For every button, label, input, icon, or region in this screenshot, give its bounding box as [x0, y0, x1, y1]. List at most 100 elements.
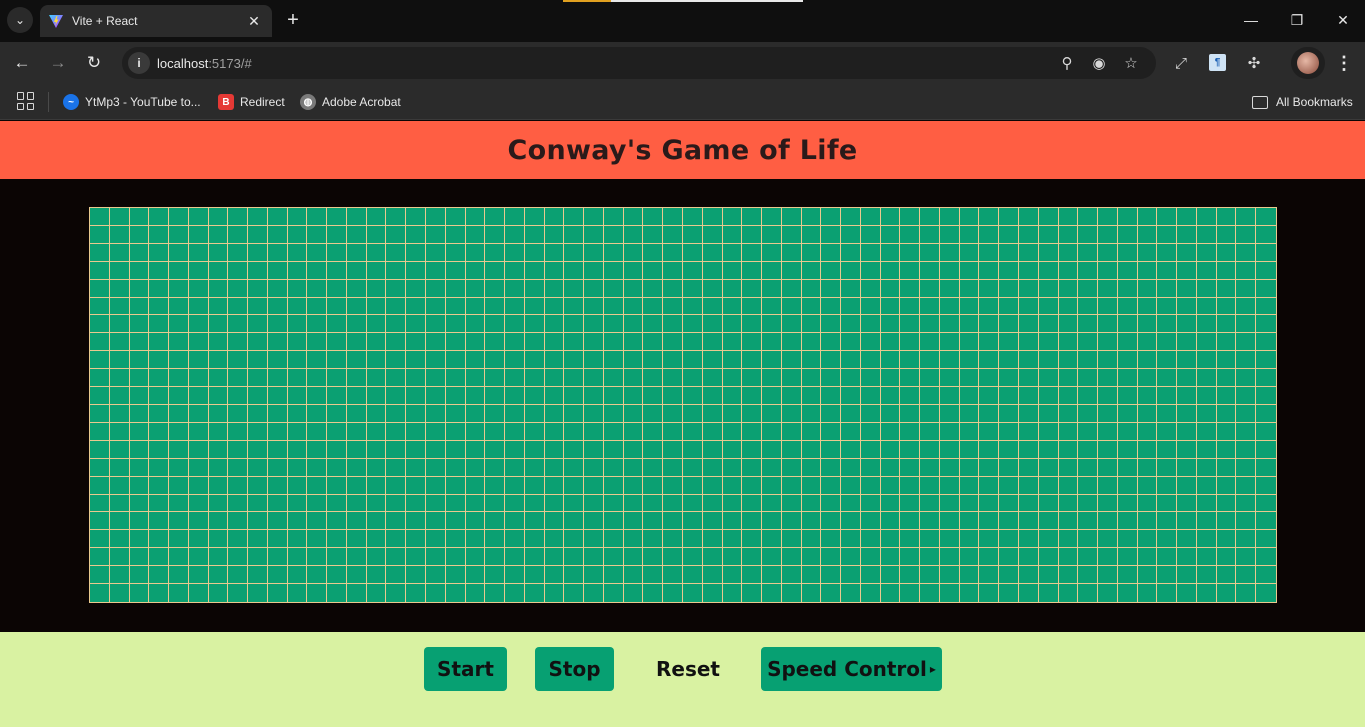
grid-cell[interactable]: [109, 440, 130, 459]
grid-cell[interactable]: [781, 297, 802, 316]
grid-cell[interactable]: [208, 261, 229, 280]
grid-cell[interactable]: [248, 225, 268, 244]
grid-cell[interactable]: [327, 387, 347, 405]
grid-cell[interactable]: [366, 297, 387, 316]
grid-cell[interactable]: [821, 315, 842, 334]
grid-cell[interactable]: [959, 548, 980, 567]
grid-cell[interactable]: [267, 458, 288, 477]
grid-cell[interactable]: [880, 225, 901, 244]
grid-cell[interactable]: [1078, 530, 1099, 549]
grid-cell[interactable]: [327, 297, 347, 316]
grid-cell[interactable]: [346, 566, 367, 585]
grid-cell[interactable]: [90, 333, 110, 352]
grid-cell[interactable]: [742, 440, 763, 459]
grid-cell[interactable]: [248, 440, 268, 459]
grid-cell[interactable]: [1098, 261, 1118, 280]
grid-cell[interactable]: [169, 512, 189, 531]
grid-cell[interactable]: [406, 351, 427, 370]
grid-cell[interactable]: [307, 512, 328, 531]
grid-cell[interactable]: [129, 584, 150, 602]
grid-cell[interactable]: [663, 440, 683, 459]
grid-cell[interactable]: [860, 279, 881, 298]
grid-cell[interactable]: [702, 315, 723, 334]
grid-cell[interactable]: [90, 279, 110, 298]
grid-cell[interactable]: [841, 458, 861, 477]
grid-cell[interactable]: [702, 584, 723, 602]
grid-cell[interactable]: [742, 225, 763, 244]
grid-cell[interactable]: [979, 494, 1000, 513]
grid-cell[interactable]: [327, 440, 347, 459]
grid-cell[interactable]: [169, 351, 189, 370]
grid-cell[interactable]: [1117, 566, 1138, 585]
grid-cell[interactable]: [920, 548, 940, 567]
grid-cell[interactable]: [267, 333, 288, 352]
grid-cell[interactable]: [722, 566, 743, 585]
grid-cell[interactable]: [1256, 584, 1276, 602]
grid-cell[interactable]: [406, 530, 427, 549]
grid-cell[interactable]: [1196, 315, 1217, 334]
grid-cell[interactable]: [208, 530, 229, 549]
grid-cell[interactable]: [208, 404, 229, 423]
grid-cell[interactable]: [801, 458, 822, 477]
grid-cell[interactable]: [999, 225, 1020, 244]
grid-cell[interactable]: [801, 297, 822, 316]
grid-cell[interactable]: [524, 422, 545, 441]
grid-cell[interactable]: [1058, 261, 1079, 280]
grid-cell[interactable]: [979, 315, 1000, 334]
grid-cell[interactable]: [959, 458, 980, 477]
grid-cell[interactable]: [1019, 422, 1039, 441]
grid-cell[interactable]: [90, 208, 110, 226]
grid-cell[interactable]: [307, 458, 328, 477]
grid-cell[interactable]: [900, 422, 921, 441]
grid-cell[interactable]: [841, 584, 861, 602]
grid-cell[interactable]: [248, 512, 268, 531]
grid-cell[interactable]: [366, 369, 387, 388]
grid-cell[interactable]: [1038, 243, 1059, 262]
grid-cell[interactable]: [999, 440, 1020, 459]
grid-cell[interactable]: [781, 369, 802, 388]
grid-cell[interactable]: [1216, 351, 1237, 370]
grid-cell[interactable]: [1117, 208, 1138, 226]
grid-cell[interactable]: [228, 404, 249, 423]
grid-cell[interactable]: [287, 548, 308, 567]
grid-cell[interactable]: [742, 315, 763, 334]
grid-cell[interactable]: [920, 387, 940, 405]
grid-cell[interactable]: [979, 208, 1000, 226]
grid-cell[interactable]: [287, 351, 308, 370]
grid-cell[interactable]: [505, 458, 525, 477]
grid-cell[interactable]: [327, 333, 347, 352]
grid-cell[interactable]: [860, 225, 881, 244]
grid-cell[interactable]: [188, 458, 209, 477]
grid-cell[interactable]: [544, 315, 565, 334]
grid-cell[interactable]: [841, 530, 861, 549]
grid-cell[interactable]: [346, 476, 367, 495]
grid-cell[interactable]: [821, 584, 842, 602]
grid-cell[interactable]: [1038, 208, 1059, 226]
grid-cell[interactable]: [1196, 530, 1217, 549]
grid-cell[interactable]: [287, 458, 308, 477]
grid-cell[interactable]: [1078, 512, 1099, 531]
grid-cell[interactable]: [90, 243, 110, 262]
grid-cell[interactable]: [1098, 387, 1118, 405]
grid-cell[interactable]: [287, 208, 308, 226]
grid-cell[interactable]: [267, 422, 288, 441]
grid-cell[interactable]: [1196, 225, 1217, 244]
grid-cell[interactable]: [129, 315, 150, 334]
grid-cell[interactable]: [1038, 440, 1059, 459]
grid-cell[interactable]: [228, 512, 249, 531]
grid-cell[interactable]: [702, 279, 723, 298]
grid-cell[interactable]: [109, 494, 130, 513]
grid-cell[interactable]: [702, 351, 723, 370]
grid-cell[interactable]: [999, 243, 1020, 262]
grid-cell[interactable]: [1058, 387, 1079, 405]
grid-cell[interactable]: [1058, 243, 1079, 262]
back-arrow-icon[interactable]: ←: [10, 51, 34, 75]
grid-cell[interactable]: [169, 458, 189, 477]
grid-cell[interactable]: [900, 369, 921, 388]
grid-cell[interactable]: [584, 208, 604, 226]
grid-cell[interactable]: [109, 566, 130, 585]
grid-cell[interactable]: [900, 225, 921, 244]
grid-cell[interactable]: [722, 387, 743, 405]
grid-cell[interactable]: [1058, 404, 1079, 423]
grid-cell[interactable]: [781, 440, 802, 459]
